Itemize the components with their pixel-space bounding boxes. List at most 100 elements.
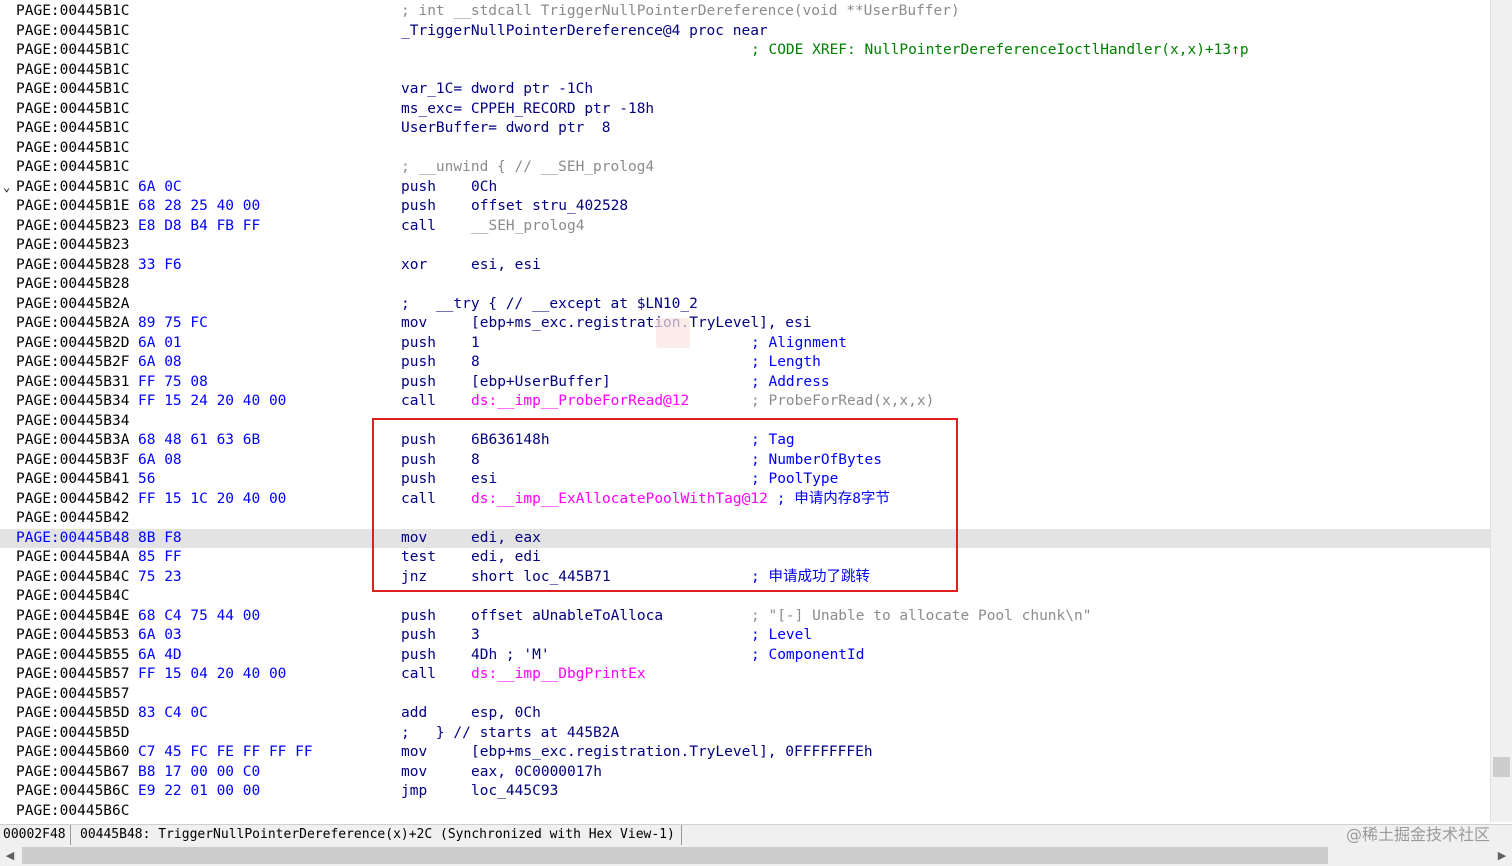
code-line[interactable]: PAGE:00445B1C ; int __stdcall TriggerNull… xyxy=(0,2,1490,22)
directive-text: ; __unwind { // __SEH_prolog4 xyxy=(401,159,655,175)
code-line[interactable]: PAGE:00445B5D ; } // starts at 445B2A xyxy=(0,724,1490,744)
watermark: @稀土掘金技术社区 xyxy=(1345,825,1490,844)
line-address: PAGE:00445B1E xyxy=(16,198,130,214)
code-line[interactable]: PAGE:00445B55 6A 4D push 4Dh ; 'M' ; Compone… xyxy=(0,646,1490,666)
code-line[interactable]: PAGE:00445B48 8B F8 mov edi, eax xyxy=(0,528,1490,548)
code-line[interactable]: PAGE:00445B1C ; __unwind { // __SEH_prolo… xyxy=(0,158,1490,178)
line-address: PAGE:00445B41 xyxy=(16,471,130,487)
line-address: PAGE:00445B6C xyxy=(16,783,130,799)
operand: 8 xyxy=(471,354,480,370)
code-line[interactable]: PAGE:00445B1C xyxy=(0,139,1490,159)
code-line[interactable]: PAGE:00445B4E 68 C4 75 44 00 push offset aU… xyxy=(0,607,1490,627)
directive-text: ms_exc= CPPEH_RECORD ptr -18h xyxy=(401,100,655,117)
mnemonic: jnz xyxy=(401,568,428,585)
line-address: PAGE:00445B1C xyxy=(16,81,130,97)
code-line[interactable]: PAGE:00445B23 E8 D8 B4 FB FF call __SEH_pro… xyxy=(0,217,1490,237)
mnemonic: push xyxy=(401,451,436,468)
mnemonic: push xyxy=(401,646,436,663)
opcode-bytes: 68 C4 75 44 00 xyxy=(138,607,261,624)
line-comment: ; Address xyxy=(751,373,830,390)
code-line[interactable]: PAGE:00445B2A ; __try { // __except at $L… xyxy=(0,295,1490,315)
operand: 0Ch xyxy=(471,178,498,195)
line-comment: ; 申请内存8字节 xyxy=(768,490,890,507)
code-line[interactable]: PAGE:00445B3A 68 48 61 63 6B push 6B636148h… xyxy=(0,431,1490,451)
code-line[interactable]: PAGE:00445B1C var_1C= dword ptr -1Ch xyxy=(0,80,1490,100)
code-line[interactable]: PAGE:00445B1C ms_exc= CPPEH_RECORD ptr -1… xyxy=(0,100,1490,120)
code-line[interactable]: PAGE:00445B42 FF 15 1C 20 40 00 call ds:__i… xyxy=(0,490,1490,510)
mnemonic: push xyxy=(401,607,436,624)
code-line[interactable]: PAGE:00445B23 xyxy=(0,236,1490,256)
vertical-scroll-thumb[interactable] xyxy=(1493,757,1510,777)
operand: esi xyxy=(471,471,498,487)
operand: ds:__imp__ProbeForRead@12 xyxy=(471,393,690,409)
code-line[interactable]: PAGE:00445B67 B8 17 00 00 C0 mov eax, 0C000… xyxy=(0,763,1490,783)
line-address: PAGE:00445B67 xyxy=(16,763,130,780)
code-line[interactable]: PAGE:00445B4C xyxy=(0,587,1490,607)
code-line[interactable]: PAGE:00445B57 FF 15 04 20 40 00 call ds:__i… xyxy=(0,665,1490,685)
scroll-left-icon[interactable]: ◀ xyxy=(0,845,20,866)
code-line[interactable]: PAGE:00445B5D 83 C4 0C add esp, 0Ch xyxy=(0,704,1490,724)
code-line[interactable]: PAGE:00445B6C E9 22 01 00 00 jmp loc_445C93 xyxy=(0,782,1490,802)
line-address: PAGE:00445B28 xyxy=(16,256,130,273)
line-comment: ; ComponentId xyxy=(751,646,865,663)
code-line[interactable]: PAGE:00445B4C 75 23 jnz short loc_445B71 ; 申… xyxy=(0,568,1490,588)
line-address: PAGE:00445B5D xyxy=(16,724,130,741)
directive-text: var_1C= dword ptr -1Ch xyxy=(401,81,594,97)
opcode-bytes: C7 45 FC FE FF FF FF xyxy=(138,744,313,760)
operand: 6B636148h xyxy=(471,432,550,448)
line-comment: ; Tag xyxy=(751,432,795,448)
operand: ds:__imp__ExAllocatePoolWithTag@12 xyxy=(471,490,768,507)
scroll-right-icon[interactable]: ▶ xyxy=(1492,845,1512,866)
code-line[interactable]: PAGE:00445B1C ; CODE XREF: NullPointerDer… xyxy=(0,41,1490,61)
code-line[interactable]: PAGE:00445B2F 6A 08 push 8 ; Length xyxy=(0,353,1490,373)
directive-text: ; int __stdcall TriggerNullPointerDerefe… xyxy=(401,3,960,19)
code-line[interactable]: PAGE:00445B2D 6A 01 push 1 ; Alignment xyxy=(0,334,1490,354)
operand: esp, 0Ch xyxy=(471,705,541,721)
line-comment: ; Alignment xyxy=(751,334,848,351)
vertical-scrollbar[interactable] xyxy=(1490,0,1512,822)
operand: 8 xyxy=(471,451,480,468)
code-line[interactable]: PAGE:00445B1C _TriggerNullPointerDerefere… xyxy=(0,22,1490,42)
code-line[interactable]: PAGE:00445B6C xyxy=(0,802,1490,822)
disassembly-view[interactable]: PAGE:00445B1C ; int __stdcall TriggerNull… xyxy=(0,0,1490,822)
code-line[interactable]: PAGE:00445B4A 85 FF test edi, edi xyxy=(0,548,1490,568)
line-address: PAGE:00445B53 xyxy=(16,627,130,643)
code-line[interactable]: PAGE:00445B3F 6A 08 push 8 ; NumberOfBytes xyxy=(0,451,1490,471)
opcode-bytes: 56 xyxy=(138,471,156,487)
watermark-logo xyxy=(656,318,690,348)
code-line[interactable]: PAGE:00445B34 xyxy=(0,412,1490,432)
code-line[interactable]: PAGE:00445B28 xyxy=(0,275,1490,295)
horizontal-scroll-thumb[interactable] xyxy=(22,847,1328,864)
operand: short loc_445B71 xyxy=(471,568,611,585)
code-line[interactable]: PAGE:00445B2A 89 75 FC mov [ebp+ms_exc.regi… xyxy=(0,314,1490,334)
code-line[interactable]: PAGE:00445B42 xyxy=(0,509,1490,529)
operand: offset stru_402528 xyxy=(471,198,629,214)
code-line[interactable]: PAGE:00445B1C UserBuffer= dword ptr 8 xyxy=(0,119,1490,139)
mnemonic: push xyxy=(401,178,436,195)
code-line[interactable]: PAGE:00445B34 FF 15 24 20 40 00 call ds:__i… xyxy=(0,392,1490,412)
operand: __SEH_prolog4 xyxy=(471,217,585,234)
code-line[interactable]: ⌄ PAGE:00445B1C 6A 0C push 0Ch xyxy=(0,178,1490,198)
opcode-bytes: 89 75 FC xyxy=(138,315,208,331)
code-line[interactable]: PAGE:00445B41 56 push esi ; PoolType xyxy=(0,470,1490,490)
line-address: PAGE:00445B1C xyxy=(16,178,130,195)
code-line[interactable]: PAGE:00445B1E 68 28 25 40 00 push offset st… xyxy=(0,197,1490,217)
mnemonic: push xyxy=(401,627,436,643)
code-line[interactable]: PAGE:00445B53 6A 03 push 3 ; Level xyxy=(0,626,1490,646)
horizontal-scrollbar[interactable]: ◀ ▶ xyxy=(0,845,1512,866)
code-line[interactable]: PAGE:00445B60 C7 45 FC FE FF FF FF mov [ebp… xyxy=(0,743,1490,763)
opcode-bytes: 33 F6 xyxy=(138,256,182,273)
mnemonic: push xyxy=(401,334,436,351)
directive-text: UserBuffer= dword ptr 8 xyxy=(401,120,611,136)
line-address: PAGE:00445B1C xyxy=(16,42,130,58)
opcode-bytes: 6A 08 xyxy=(138,354,182,370)
line-comment: ; "[-] Unable to allocate Pool chunk\n" xyxy=(751,607,1092,624)
fold-chevron-icon[interactable]: ⌄ xyxy=(3,178,13,198)
code-line[interactable]: PAGE:00445B28 33 F6 xor esi, esi xyxy=(0,256,1490,276)
code-line[interactable]: PAGE:00445B1C xyxy=(0,61,1490,81)
code-line[interactable]: PAGE:00445B57 xyxy=(0,685,1490,705)
mnemonic: jmp xyxy=(401,783,428,799)
directive-text: _TriggerNullPointerDereference@4 proc ne… xyxy=(401,22,768,39)
mnemonic: call xyxy=(401,490,436,507)
code-line[interactable]: PAGE:00445B31 FF 75 08 push [ebp+UserBuffer… xyxy=(0,373,1490,393)
